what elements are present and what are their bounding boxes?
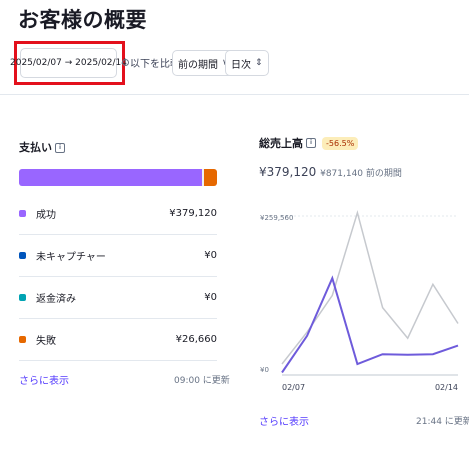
page-title: お客様の概要 — [18, 8, 147, 32]
info-icon[interactable]: i — [55, 143, 65, 153]
current-period-line — [281, 275, 459, 374]
filter-divider — [0, 94, 469, 95]
previous-period-line — [281, 209, 459, 365]
payments-title-text: 支払い — [19, 141, 52, 154]
legend-label: 未キャプチャー — [36, 252, 106, 263]
legend-value: ¥379,120 — [169, 208, 217, 219]
y-tick-label: ¥259,560 — [260, 214, 293, 222]
gross-sales-more-link[interactable]: さらに表示 — [259, 413, 309, 428]
gross-sales-title: 総売上高 i -56.5% — [259, 135, 359, 151]
legend-row-uncaptured[interactable]: 未キャプチャー ¥0 — [19, 235, 217, 277]
comparison-period-label: 前の期間 — [178, 59, 218, 71]
status-dot-icon — [19, 294, 26, 301]
legend-row-refunded[interactable]: 返金済み ¥0 — [19, 277, 217, 319]
compare-icon — [122, 59, 129, 66]
bar-segment — [204, 169, 217, 186]
legend-label: 返金済み — [36, 294, 76, 305]
interval-label: 日次 — [231, 59, 251, 71]
gross-sales-values: ¥379,120 ¥871,140 前の期間 — [259, 165, 402, 179]
legend-row-failed[interactable]: 失敗 ¥26,660 — [19, 319, 217, 361]
status-dot-icon — [19, 252, 26, 259]
payments-title: 支払い i — [19, 139, 65, 155]
payments-updated-time: 09:00 に更新 — [174, 376, 230, 386]
legend-label: 成功 — [36, 210, 56, 221]
legend-label: 失敗 — [36, 336, 56, 347]
gross-sales-previous: ¥871,140 前の期間 — [320, 169, 402, 179]
x-tick-label: 02/14 — [435, 383, 458, 392]
status-dot-icon — [19, 210, 26, 217]
legend-row-succeeded[interactable]: 成功 ¥379,120 — [19, 193, 217, 235]
legend-value: ¥0 — [204, 250, 217, 261]
gross-sales-updated-time: 21:44 に更新 — [416, 417, 469, 427]
y-tick-label: ¥0 — [260, 366, 269, 374]
sort-arrows-icon: ⇕ — [255, 58, 263, 68]
gross-sales-chart: ¥259,560 ¥0 02/07 02/14 — [260, 209, 459, 392]
status-dot-icon — [19, 336, 26, 343]
gross-sales-current: ¥379,120 — [259, 165, 317, 179]
bar-segment — [19, 169, 203, 186]
x-tick-label: 02/07 — [282, 383, 305, 392]
legend-value: ¥0 — [204, 292, 217, 303]
legend-value: ¥26,660 — [175, 334, 217, 345]
payments-more-link[interactable]: さらに表示 — [19, 372, 69, 387]
payments-breakdown-bar — [19, 169, 217, 186]
date-range-picker[interactable]: 2025/02/07 → 2025/02/14 — [10, 48, 127, 78]
interval-select[interactable]: 日次 ⇕ — [225, 50, 269, 76]
info-icon[interactable]: i — [306, 138, 316, 148]
gross-sales-title-text: 総売上高 — [259, 137, 303, 150]
change-badge: -56.5% — [322, 136, 359, 150]
